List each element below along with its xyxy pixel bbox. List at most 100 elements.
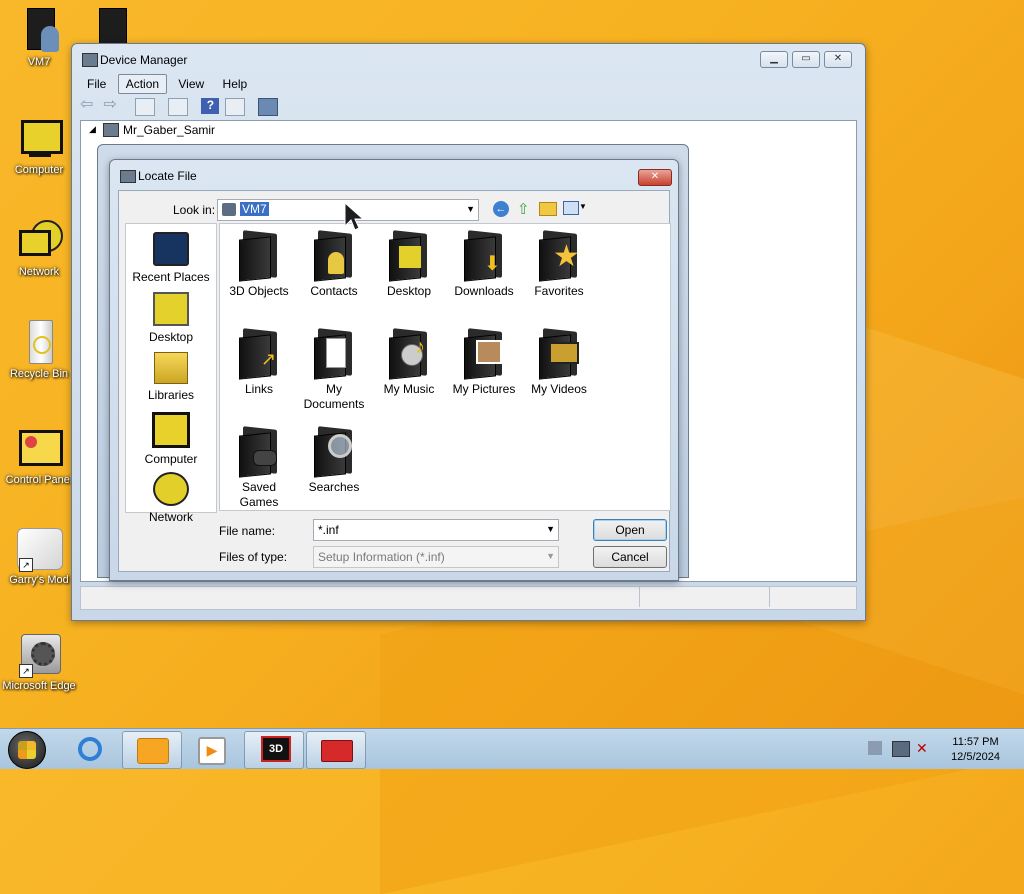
list-item[interactable]: Saved Games [222,426,296,510]
title-bar[interactable]: Device Manager ▁ ▭ ✕ [72,44,865,72]
toolbar: ⇦ ⇨ ? [80,96,857,118]
place-computer[interactable]: Computer [126,412,216,466]
dialog-title-bar[interactable]: Locate File ✕ [110,160,678,188]
locate-file-dialog: Locate File ✕ Look in: VM7 ▼ ← ⇧ ▼ Recen… [109,159,679,581]
place-recent-places[interactable]: Recent Places [126,232,216,284]
item-label: My Music [383,382,435,396]
garrys-mod-icon: ↗ [15,526,63,572]
place-libraries[interactable]: Libraries [126,352,216,402]
desktop-icon-vm7[interactable]: VM7 [2,8,76,69]
minimize-button[interactable]: ▁ [760,51,788,68]
new-folder-icon[interactable] [539,202,557,216]
3d-app-taskbar-button[interactable]: 3D [244,731,304,769]
list-item[interactable]: ⬇ Downloads [447,230,521,299]
list-item[interactable]: My Pictures [447,328,521,397]
item-label: Searches [308,480,360,494]
desktop-icon-microsoft-edge[interactable]: ↗ Microsoft Edge [2,632,76,693]
file-type-combo[interactable]: Setup Information (*.inf) ▼ [313,546,559,568]
file-list: 3D Objects Contacts Desktop ⬇ Downloads … [219,223,671,511]
action-center-icon[interactable] [868,741,882,755]
media-player-taskbar-button[interactable]: ▶ [182,731,240,767]
place-label: Desktop [148,330,194,344]
list-item[interactable]: My Videos [522,328,596,397]
file-type-label: Files of type: [219,550,288,564]
menu-help[interactable]: Help [216,75,255,93]
searches-folder-icon [314,426,354,478]
media-player-icon: ▶ [198,737,226,765]
item-label: Desktop [386,284,432,298]
folder-icon [137,738,169,764]
item-label: 3D Objects [229,284,289,298]
desktop-icon-label: Microsoft Edge [2,680,76,692]
chevron-down-icon[interactable]: ▼ [546,524,555,534]
help-icon[interactable]: ? [201,98,220,114]
view-icon[interactable] [224,98,245,116]
internet-explorer-taskbar-button[interactable] [62,731,120,767]
close-button[interactable]: ✕ [638,169,672,186]
desktop-icon-computer[interactable]: Computer [2,116,76,177]
back-icon[interactable]: ← [493,201,509,217]
file-explorer-taskbar-button[interactable] [122,731,182,769]
menu-file[interactable]: File [80,75,113,93]
windows-logo-icon [18,741,36,759]
folder-icon [239,230,279,282]
chevron-down-icon[interactable]: ▼ [579,202,587,211]
item-label: Saved Games [239,480,279,509]
3d-app-icon: 3D [261,736,291,762]
look-in-value: VM7 [240,202,269,216]
desktop-icon-network[interactable]: Network [2,218,76,279]
tree-root-label[interactable]: Mr_Gaber_Samir [123,123,215,137]
item-label: My Pictures [452,382,516,396]
view-menu-icon[interactable] [563,201,579,215]
collapse-icon[interactable]: ◢ [89,124,96,135]
desktop-icon-label: Computer [14,164,64,176]
item-label: My Documents [303,382,365,411]
place-network[interactable]: Network [126,472,216,524]
toolbox-app-taskbar-button[interactable] [306,731,366,769]
mouse-cursor-icon [344,202,365,231]
games-folder-icon [239,426,279,478]
cancel-button[interactable]: Cancel [593,546,667,568]
list-item[interactable]: ↗ Links [222,328,296,397]
desktop-icon-control-panel[interactable]: Control Panel [2,426,76,487]
file-name-combo[interactable]: *.inf ▼ [313,519,559,541]
forward-arrow-icon[interactable]: ⇨ [103,97,121,114]
maximize-button[interactable]: ▭ [792,51,820,68]
file-name-value: *.inf [318,523,339,537]
chevron-down-icon[interactable]: ▼ [546,551,555,561]
properties-icon[interactable] [134,98,155,116]
menu-view[interactable]: View [171,75,211,93]
list-item[interactable]: My Documents [297,328,371,412]
list-icon[interactable] [168,98,189,116]
volume-muted-icon[interactable]: ✕ [916,740,928,757]
places-bar: Recent Places Desktop Libraries Computer… [125,223,217,524]
file-type-value: Setup Information (*.inf) [318,550,445,564]
close-button[interactable]: ✕ [824,51,852,68]
desktop-icon [153,292,189,326]
clock[interactable]: 11:57 PM 12/5/2024 [951,735,1000,765]
network-tray-icon[interactable] [892,741,910,757]
pictures-folder-icon [464,328,504,380]
start-button[interactable] [8,731,46,769]
list-item[interactable]: ★ Favorites [522,230,596,299]
open-button[interactable]: Open [593,519,667,541]
back-arrow-icon[interactable]: ⇦ [80,97,98,114]
place-label: Libraries [147,388,195,402]
videos-folder-icon [539,328,579,380]
list-item[interactable]: Searches [297,426,371,495]
window-title: Device Manager [100,53,188,67]
item-label: Contacts [310,284,358,298]
desktop-icon-label: Garry's Mod [9,574,69,586]
list-item[interactable]: 3D Objects [222,230,296,299]
list-item[interactable]: Desktop [372,230,446,299]
desktop-icon-garrys-mod[interactable]: ↗ Garry's Mod [2,526,76,587]
list-item[interactable]: Contacts [297,230,371,299]
list-item[interactable]: ♪ My Music [372,328,446,397]
desktop-folder-icon [389,230,429,282]
chevron-down-icon[interactable]: ▼ [466,204,475,214]
scan-hardware-icon[interactable] [258,98,279,116]
place-desktop[interactable]: Desktop [126,292,216,344]
menu-action[interactable]: Action [117,74,168,94]
up-folder-icon[interactable]: ⇧ [517,200,530,218]
desktop-icon-recycle-bin[interactable]: Recycle Bin [2,320,76,381]
